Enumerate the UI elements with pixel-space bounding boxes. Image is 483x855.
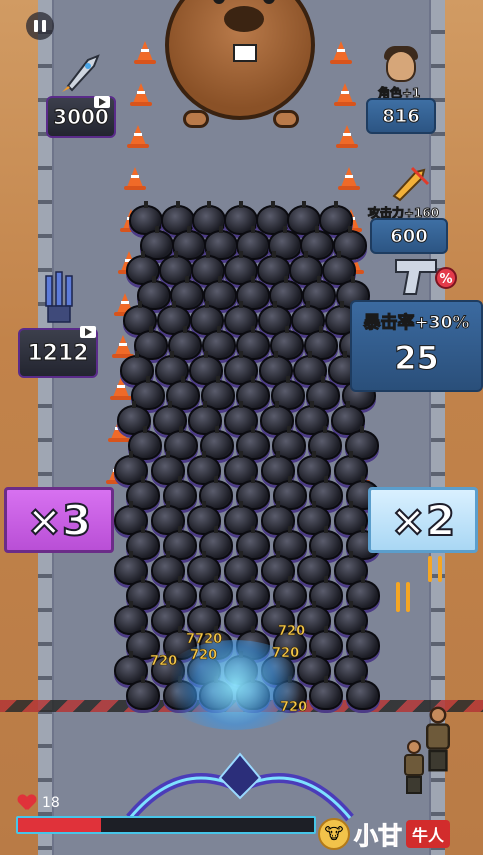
health-count: 18 xyxy=(42,795,60,811)
soldier-head xyxy=(429,706,447,724)
damage-number: 720 xyxy=(280,700,308,716)
damage-number: 7720 xyxy=(186,632,223,648)
health-bar xyxy=(16,816,316,834)
video-ad-icon[interactable] xyxy=(80,326,96,338)
hero-pickup[interactable]: 816 xyxy=(366,98,436,134)
spider-bomb-enemy xyxy=(346,676,380,710)
bullet-icon xyxy=(392,166,430,202)
soldier-ally xyxy=(421,706,455,772)
soldier-head xyxy=(407,740,421,754)
watermark-tag: 牛人 xyxy=(406,819,451,848)
soldier-legs xyxy=(406,776,422,794)
damage-number: 720 xyxy=(150,654,178,670)
crit-value: 25 xyxy=(394,339,440,378)
hero-value: 816 xyxy=(382,105,421,127)
health-bar-fill xyxy=(18,818,101,832)
rocket-value: 3000 xyxy=(53,105,110,130)
damage-number: 720 xyxy=(278,624,306,640)
pistol-percent-icon: % xyxy=(395,259,457,295)
rocket-icon xyxy=(62,54,100,92)
pause-icon-bar xyxy=(42,20,46,32)
crit-pickup[interactable]: 暴击率+30% 25 xyxy=(350,300,483,392)
spider-bomb-enemy xyxy=(309,676,344,710)
multiplier-gate-right[interactable]: ×2 xyxy=(368,487,478,553)
multiplier-gate-left[interactable]: ×3 xyxy=(4,487,114,553)
soldier-body xyxy=(426,723,450,750)
heart-icon xyxy=(18,795,36,811)
game-scene: 7720 720 720 720 720 720 ×3 ×2 3000 1212… xyxy=(0,0,483,855)
gate-right-label: ×2 xyxy=(390,495,456,546)
bullet-projectile xyxy=(438,556,442,582)
watermark-brand: 小甘 xyxy=(354,822,403,851)
bullet-projectile xyxy=(406,582,410,612)
mascot-logo-icon: 🐮 xyxy=(318,817,350,850)
health-indicator: 18 xyxy=(18,795,60,811)
pause-button[interactable] xyxy=(26,12,54,40)
tower-icon xyxy=(45,271,73,323)
tower-value: 1212 xyxy=(27,340,89,366)
attack-value: 600 xyxy=(390,225,429,247)
pause-icon xyxy=(34,20,38,32)
svg-text:%: % xyxy=(439,272,452,287)
damage-number: 720 xyxy=(272,646,300,662)
attack-pickup[interactable]: 600 xyxy=(370,218,448,254)
bullet-projectile xyxy=(396,582,400,612)
site-watermark: 🐮 小甘 牛人 xyxy=(318,812,483,855)
hero-avatar-icon xyxy=(386,50,416,82)
video-ad-icon[interactable] xyxy=(94,96,110,108)
crit-label: 暴击率+30% xyxy=(363,313,470,334)
soldier-legs xyxy=(428,749,448,772)
spider-bomb-enemy xyxy=(126,676,160,710)
damage-number: 720 xyxy=(190,648,218,664)
bullet-projectile xyxy=(428,556,432,582)
gate-left-label: ×3 xyxy=(26,495,92,546)
